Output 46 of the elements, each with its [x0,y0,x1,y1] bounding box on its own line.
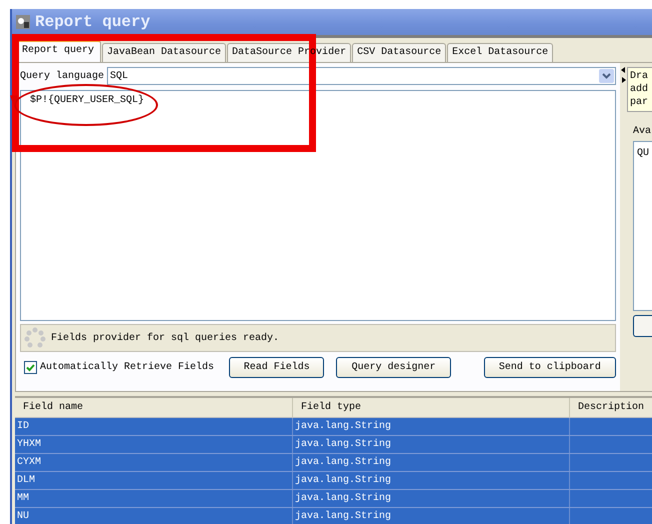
table-cell: ID [17,421,30,432]
collapse-arrows-icon [621,67,626,85]
tab[interactable]: Excel Datasource [447,43,554,62]
button[interactable]: Send to clipboard [484,356,616,378]
dropdown-icon [599,69,614,83]
table-cell: YHXM [17,439,42,450]
table-cell: java.lang.String [295,493,392,504]
table-row[interactable]: CYXM java.lang.String [15,454,652,472]
window-title: Report query [35,13,150,31]
table-row[interactable]: DLM java.lang.String [15,472,652,490]
hint-text: par [630,96,650,109]
table-cell: CYXM [17,457,42,468]
query-language-label: Query language [20,70,104,82]
status-text: Fields provider for sql queries ready. [51,332,280,344]
table-cell: DLM [17,475,36,486]
table-cell: MM [17,493,30,504]
column-header[interactable]: Field name [15,398,293,417]
annotation-arrow [10,94,18,108]
app-icon [15,14,31,30]
column-header[interactable]: Description [570,398,652,417]
button[interactable]: Query designer [336,356,451,378]
side-button[interactable] [633,315,652,337]
tab[interactable]: CSV Datasource [352,43,446,62]
table-row[interactable]: MM java.lang.String [15,490,652,508]
available-label: Ava [633,126,652,137]
spinner-icon [23,326,47,350]
table-cell: java.lang.String [295,475,392,486]
query-editor[interactable]: $P!{QUERY_USER_SQL} [20,90,616,321]
query-text: $P!{QUERY_USER_SQL} [30,95,144,106]
column-header[interactable]: Field type [293,398,570,417]
table-cell: java.lang.String [295,511,392,522]
list-item[interactable]: QU [637,148,650,159]
table-cell: NU [17,511,30,522]
table-cell: java.lang.String [295,439,392,450]
hint-text: Dra [630,70,650,83]
table-row[interactable]: ID java.lang.String [15,418,652,436]
hint-text: add [630,83,650,96]
button[interactable]: Read Fields [229,356,324,378]
table-cell: java.lang.String [295,457,392,468]
table-row[interactable]: NU java.lang.String [15,508,652,524]
table-row[interactable]: YHXM java.lang.String [15,436,652,454]
query-language-dropdown[interactable]: SQL [107,67,616,85]
tab[interactable]: JavaBean Datasource [102,43,226,62]
checkbox[interactable] [24,360,37,374]
table-cell: java.lang.String [295,421,392,432]
checkbox-label: Automatically Retrieve Fields [40,362,214,372]
